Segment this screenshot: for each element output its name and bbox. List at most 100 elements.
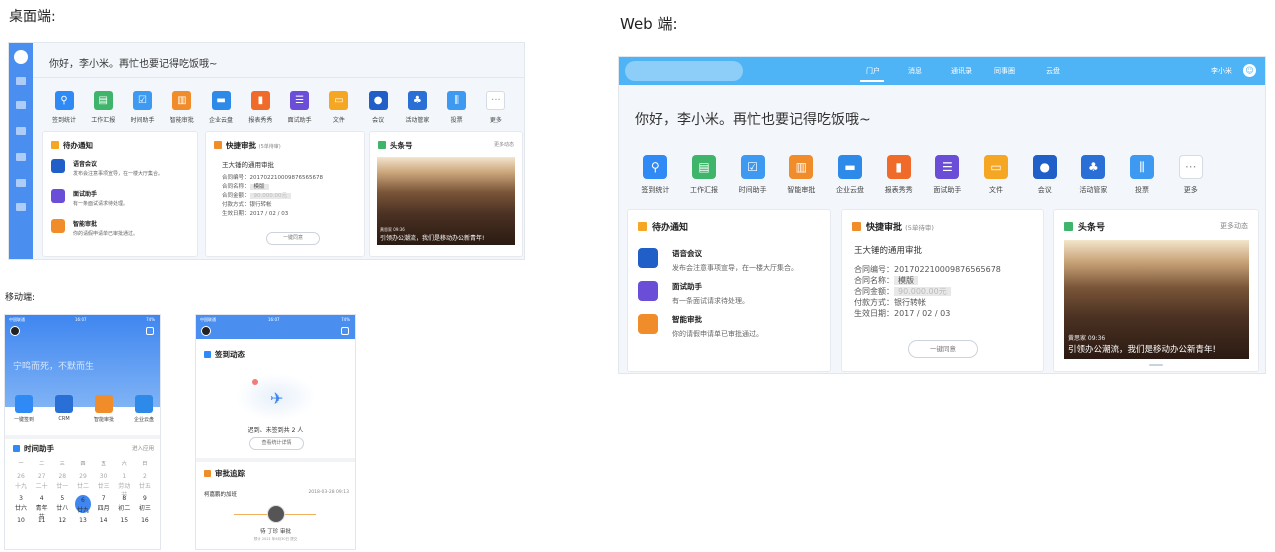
- contacts-icon[interactable]: [16, 127, 26, 135]
- cloud-icon[interactable]: [16, 77, 26, 85]
- approver-avatar[interactable]: [267, 505, 285, 523]
- nav-cloud[interactable]: 云盘: [1046, 66, 1060, 76]
- calendar-day[interactable]: 15: [116, 517, 132, 525]
- mobile-app[interactable]: CRM: [49, 395, 79, 422]
- calendar-day[interactable]: 6 廿九: [74, 495, 91, 514]
- app-label: 投票: [1135, 186, 1150, 194]
- headline-photo[interactable]: 黄思家 09:36 引领办公潮流，我们是移动办公新青年!: [1064, 240, 1249, 359]
- folder-icon[interactable]: [16, 203, 26, 211]
- app-approval-doc[interactable]: ▥ 智能审批: [777, 155, 826, 195]
- chat-icon[interactable]: [16, 101, 26, 109]
- mobile-app[interactable]: 智能审批: [89, 395, 119, 423]
- calendar-check-icon: ☑: [740, 155, 765, 179]
- web-section-label: Web 端:: [620, 15, 678, 33]
- nav-messages[interactable]: 消息: [908, 66, 922, 76]
- notification-title: 面试助手: [672, 282, 702, 291]
- track-time: 2018-03-28 09:13: [308, 490, 349, 495]
- more-link[interactable]: 更多动态: [494, 141, 514, 148]
- settings-icon[interactable]: [146, 327, 154, 335]
- divider: [33, 77, 524, 78]
- field-label: 付款方式：: [222, 202, 250, 208]
- status-time: 16:07: [268, 317, 280, 322]
- open-app-link[interactable]: 进入应用: [132, 444, 154, 452]
- app-approval-doc[interactable]: ▥ 智能审批: [163, 91, 201, 124]
- app-calendar-check[interactable]: ☑ 时间助手: [728, 155, 777, 195]
- app-vote-bars[interactable]: ⫼ 投票: [1118, 155, 1167, 195]
- notification-item[interactable]: 面试助手 有一条面试请求待处理。: [638, 281, 749, 306]
- meeting-icon: ●: [1032, 155, 1057, 179]
- app-file-folder[interactable]: ▭ 文件: [972, 155, 1021, 195]
- checkin-icon: [204, 351, 211, 358]
- calendar-day[interactable]: 13: [75, 517, 91, 525]
- app-meeting[interactable]: ● 会议: [359, 91, 397, 124]
- app-folder[interactable]: ▬ 企业云盘: [826, 155, 875, 195]
- book-icon[interactable]: [16, 153, 26, 161]
- avatar[interactable]: [14, 50, 28, 64]
- app-people[interactable]: ♣ 活动管家: [1069, 155, 1118, 195]
- motto-text: 宁鸣而死，不默而生: [13, 362, 95, 372]
- checkin-title: 签到动态: [204, 349, 245, 360]
- avatar[interactable]: [10, 326, 20, 336]
- app-interview[interactable]: ☰ 面试助手: [923, 155, 972, 195]
- day-number: 15: [120, 517, 129, 524]
- notification-item[interactable]: 智能审批 你的请假申请单已审批通过。: [638, 314, 763, 339]
- app-vote-bars[interactable]: ⫼ 投票: [438, 91, 476, 124]
- vote-bars-icon: ⫼: [447, 91, 467, 110]
- file-folder-icon: ▭: [329, 91, 349, 110]
- top-nav-bar: 门户 消息 通讯录 同事圈 云盘 李小米 ☺: [619, 57, 1265, 85]
- notification-subtitle: 有一条面试请求待处理。: [73, 201, 129, 207]
- desktop-section-label: 桌面端:: [9, 9, 56, 25]
- approval-field: 合同编号：20170221000987656567​8: [222, 174, 323, 183]
- app-label: 报表秀秀: [248, 117, 273, 124]
- approve-all-button[interactable]: 一键同意: [266, 232, 320, 245]
- notification-item[interactable]: 语音会议 发布会注意事项宣导，在一楼大厅集合。: [638, 248, 798, 273]
- app-bar-chart[interactable]: ▮ 报表秀秀: [874, 155, 923, 195]
- app-location-pin[interactable]: ⚲ 签到统计: [45, 91, 83, 124]
- user-name[interactable]: 李小米: [1211, 66, 1232, 76]
- app-calendar-check[interactable]: ☑ 时间助手: [124, 91, 162, 124]
- divider: [5, 435, 160, 439]
- app-folder[interactable]: ▬ 企业云盘: [202, 91, 240, 124]
- app-label: 活动管家: [405, 117, 430, 124]
- carousel-dots[interactable]: [1149, 364, 1163, 366]
- settings-icon[interactable]: [341, 327, 349, 335]
- view-stats-button[interactable]: 查看统计详情: [249, 437, 304, 450]
- nav-portal[interactable]: 门户: [866, 66, 880, 76]
- calendar-day[interactable]: 12: [54, 517, 70, 525]
- approve-all-button[interactable]: 一键同意: [908, 340, 978, 358]
- more-link[interactable]: 更多动态: [1220, 221, 1248, 231]
- headline-photo[interactable]: 黄思家 09:36 引领办公潮流，我们是移动办公新青年!: [377, 157, 515, 245]
- notification-item[interactable]: 智能审批 你的请假申请单已审批通过。: [51, 219, 138, 237]
- nav-moments[interactable]: 同事圈: [994, 66, 1015, 76]
- mobile-app[interactable]: 企业云盘: [129, 395, 159, 423]
- approval-doc-icon: ▥: [172, 91, 192, 110]
- avatar[interactable]: [201, 326, 211, 336]
- nav-contacts[interactable]: 通讯录: [951, 66, 972, 76]
- file-folder-icon: ▭: [984, 155, 1009, 179]
- calendar-day[interactable]: 16: [137, 517, 153, 525]
- app-more-dots[interactable]: ··· 更多: [1166, 155, 1215, 195]
- notification-item[interactable]: 面试助手 有一条面试请求待处理。: [51, 189, 128, 207]
- doc-icon[interactable]: [16, 179, 26, 187]
- app-more-dots[interactable]: ··· 更多: [477, 91, 515, 124]
- app-report-chart[interactable]: ▤ 工作汇报: [680, 155, 729, 195]
- calendar-icon: [13, 445, 20, 452]
- app-report-chart[interactable]: ▤ 工作汇报: [84, 91, 122, 124]
- notification-title: 智能审批: [672, 315, 702, 324]
- app-meeting[interactable]: ● 会议: [1020, 155, 1069, 195]
- app-people[interactable]: ♣ 活动管家: [398, 91, 436, 124]
- app-interview[interactable]: ☰ 面试助手: [281, 91, 319, 124]
- calendar-day[interactable]: 11: [34, 517, 50, 525]
- mobile-section-label: 移动端:: [5, 293, 36, 303]
- app-location-pin[interactable]: ⚲ 签到统计: [631, 155, 680, 195]
- calendar-day[interactable]: 14: [96, 517, 112, 525]
- calendar-day[interactable]: 10: [13, 517, 29, 525]
- user-avatar-icon[interactable]: ☺: [1243, 64, 1256, 77]
- day-number: 26: [17, 473, 25, 480]
- app-bar-chart[interactable]: ▮ 报表秀秀: [241, 91, 279, 124]
- mobile-app[interactable]: 一键签到: [9, 395, 39, 423]
- status-carrier: 中国联通: [200, 317, 216, 322]
- notification-item[interactable]: 语音会议 发布会注意事项宣导，在一楼大厅集合。: [51, 159, 163, 177]
- more-dots-icon: ···: [1178, 155, 1203, 179]
- app-file-folder[interactable]: ▭ 文件: [320, 91, 358, 124]
